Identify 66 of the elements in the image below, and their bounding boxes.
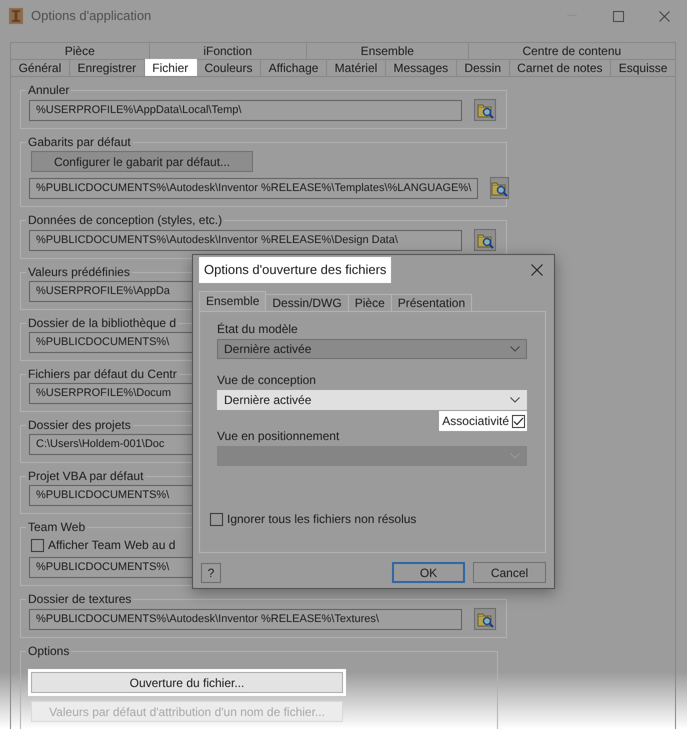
path-field[interactable]: %PUBLICDOCUMENTS%\Autodesk\Inventor %RELEASE%\Design Data\ — [29, 230, 462, 250]
tab[interactable]: Général — [10, 59, 70, 76]
browse-button[interactable] — [490, 177, 510, 199]
window-title: Options d'application — [31, 7, 152, 26]
group-label: Valeurs prédéfinies — [27, 265, 131, 279]
dropdown[interactable]: Dernière activée — [217, 390, 527, 410]
group-label: Données de conception (styles, etc.) — [27, 213, 224, 227]
checkbox[interactable] — [512, 414, 525, 428]
tab[interactable]: Ensemble — [306, 42, 469, 59]
tab[interactable]: Messages — [386, 59, 457, 76]
folder-search-icon — [476, 610, 494, 628]
field-label: État du modèle — [217, 322, 299, 336]
browse-button[interactable] — [474, 608, 496, 630]
checkbox[interactable] — [210, 512, 223, 526]
dialog-title: Options d'ouverture des fichiers — [199, 257, 392, 283]
tab[interactable]: Centre de contenu — [468, 42, 676, 59]
group-label: Annuler — [27, 83, 70, 97]
checkbox[interactable] — [31, 538, 44, 552]
dialog-button[interactable]: Cancel — [473, 562, 546, 583]
tab[interactable]: Matériel — [327, 59, 386, 76]
tab[interactable]: Dessin — [456, 59, 510, 76]
folder-search-icon — [476, 232, 494, 248]
help-button[interactable]: ? — [201, 562, 221, 582]
field-label: Vue en positionnement — [217, 429, 340, 443]
tab[interactable]: Présentation — [392, 294, 472, 311]
checkbox-label: Afficher Team Web au d — [48, 537, 176, 554]
tab[interactable]: Pièce — [10, 42, 150, 59]
folder-search-icon — [491, 180, 508, 196]
tab[interactable]: Enregistrer — [70, 59, 145, 76]
dialog-button[interactable]: OK — [392, 562, 465, 583]
group-label: Fichiers par défaut du Centr — [27, 367, 178, 381]
tab[interactable]: Ensemble — [199, 291, 266, 311]
tab[interactable]: Pièce — [348, 294, 392, 311]
tab[interactable]: Carnet de notes — [510, 59, 612, 76]
tab[interactable]: Affichage — [261, 59, 328, 76]
group-label: Projet VBA par défaut — [27, 469, 144, 483]
browse-button[interactable] — [474, 229, 496, 251]
group-label: Options — [27, 644, 70, 658]
close-icon — [658, 10, 670, 22]
tab[interactable]: Esquisse — [611, 59, 676, 76]
option-button[interactable]: Ouverture du fichier... — [31, 672, 343, 693]
group-label: Dossier des projets — [27, 418, 132, 432]
browse-button[interactable] — [474, 99, 496, 121]
tab[interactable]: Dessin/DWG — [266, 294, 349, 311]
path-field[interactable]: %USERPROFILE%\AppData\Local\Temp\ — [29, 100, 462, 120]
tab[interactable]: Couleurs — [196, 59, 262, 76]
chevron-icon — [510, 397, 520, 403]
tab[interactable]: iFonction — [150, 42, 307, 59]
chevron-icon — [510, 346, 520, 352]
path-field[interactable]: %PUBLICDOCUMENTS%\Autodesk\Inventor %RELEASE%\Templates\%LANGUAGE%\ — [29, 178, 478, 198]
group-label: Dossier de la bibliothèque d — [27, 316, 178, 330]
folder-search-icon — [476, 102, 494, 118]
dropdown[interactable]: Dernière activée — [217, 339, 527, 359]
app-icon — [9, 8, 23, 24]
checkbox-label: Ignorer tous les fichiers non résolus — [227, 511, 416, 528]
close-icon — [531, 264, 543, 276]
tab[interactable]: Fichier — [144, 59, 197, 76]
field-label: Vue de conception — [217, 373, 317, 387]
checkbox-label: Associativité — [442, 413, 509, 430]
group-label: Dossier de textures — [27, 592, 132, 606]
path-field[interactable]: %PUBLICDOCUMENTS%\Autodesk\Inventor %RELEASE%\Textures\ — [29, 608, 462, 630]
configure-button[interactable]: Configurer le gabarit par défaut... — [31, 151, 253, 172]
group-label: Team Web — [27, 520, 86, 534]
maximize-icon — [612, 10, 624, 22]
group-label: Gabarits par défaut — [27, 135, 132, 149]
checkmark-icon — [513, 416, 524, 426]
